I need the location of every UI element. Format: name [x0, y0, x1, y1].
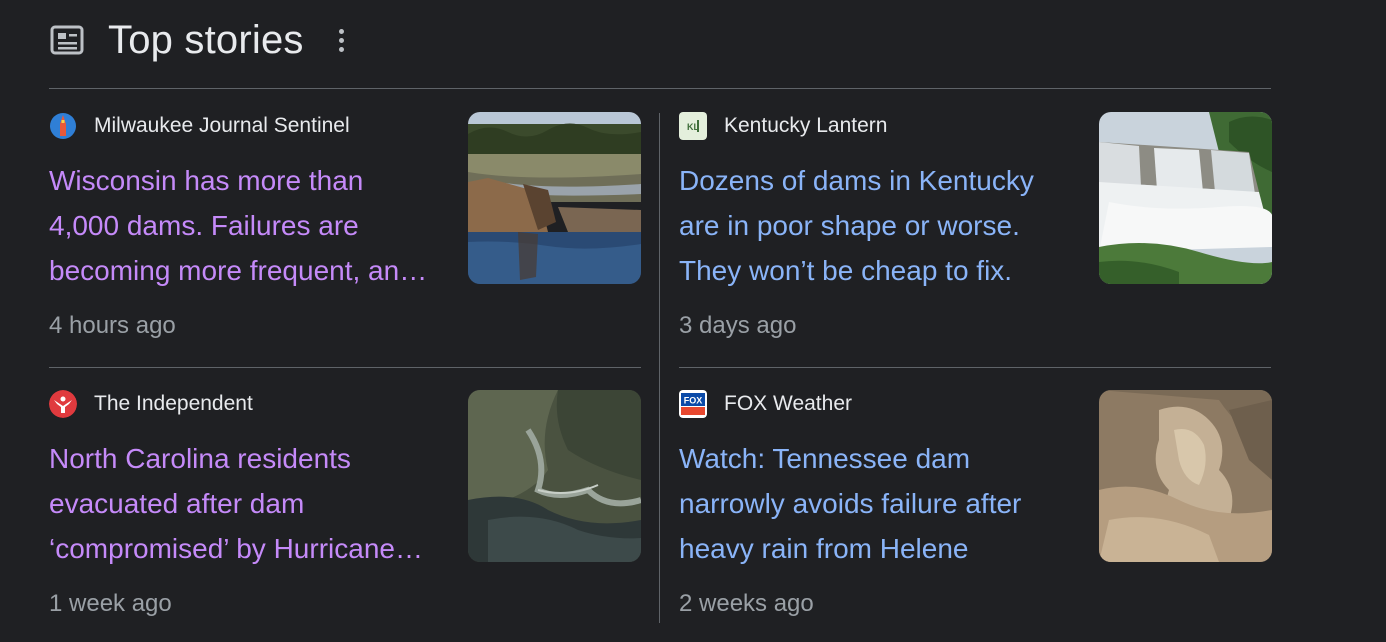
- story-headline-link[interactable]: Watch: Tennessee dam narrowly avoids fai…: [679, 436, 1069, 571]
- story-source: Milwaukee Journal Sentinel: [49, 112, 350, 140]
- source-name: The Independent: [94, 392, 253, 415]
- newspaper-icon: [50, 23, 84, 57]
- source-name: Milwaukee Journal Sentinel: [94, 114, 350, 137]
- muddy-floodwater-video-still[interactable]: [1099, 390, 1272, 562]
- top-stories-header: Top stories: [50, 14, 354, 66]
- story-source: FOX FOX Weather: [679, 390, 852, 418]
- the-independent-eagle-logo: [49, 390, 77, 418]
- story-card[interactable]: Milwaukee Journal Sentinel Wisconsin has…: [49, 112, 641, 352]
- story-timestamp: 3 days ago: [679, 312, 797, 339]
- kentucky-lantern-logo: KL: [679, 112, 707, 140]
- story-timestamp: 2 weeks ago: [679, 590, 814, 617]
- story-card[interactable]: FOX FOX Weather Watch: Tennessee dam nar…: [679, 390, 1272, 630]
- header-divider: [49, 88, 1271, 89]
- story-card[interactable]: KL Kentucky Lantern Dozens of dams in Ke…: [679, 112, 1272, 352]
- story-source: KL Kentucky Lantern: [679, 112, 887, 140]
- story-card[interactable]: The Independent North Carolina residents…: [49, 390, 641, 630]
- milwaukee-journal-sentinel-logo: [49, 112, 77, 140]
- fox-weather-logo: FOX: [679, 390, 707, 418]
- section-title: Top stories: [108, 17, 304, 62]
- aerial-flood-photo[interactable]: [468, 390, 641, 562]
- source-name: Kentucky Lantern: [724, 114, 888, 137]
- more-vert-icon[interactable]: [330, 23, 354, 57]
- column-divider: [659, 113, 660, 623]
- breached-dam-river-photo[interactable]: [468, 112, 641, 284]
- story-timestamp: 1 week ago: [49, 590, 172, 617]
- story-timestamp: 4 hours ago: [49, 312, 176, 339]
- svg-text:FOX: FOX: [684, 396, 703, 406]
- story-headline-link[interactable]: Dozens of dams in Kentucky are in poor s…: [679, 158, 1069, 293]
- story-headline-link[interactable]: North Carolina residents evacuated after…: [49, 436, 439, 571]
- row-divider-left: [49, 367, 641, 368]
- story-source: The Independent: [49, 390, 253, 418]
- story-headline-link[interactable]: Wisconsin has more than 4,000 dams. Fail…: [49, 158, 439, 293]
- row-divider-right: [679, 367, 1271, 368]
- dam-spillway-photo[interactable]: [1099, 112, 1272, 284]
- source-name: FOX Weather: [724, 392, 852, 415]
